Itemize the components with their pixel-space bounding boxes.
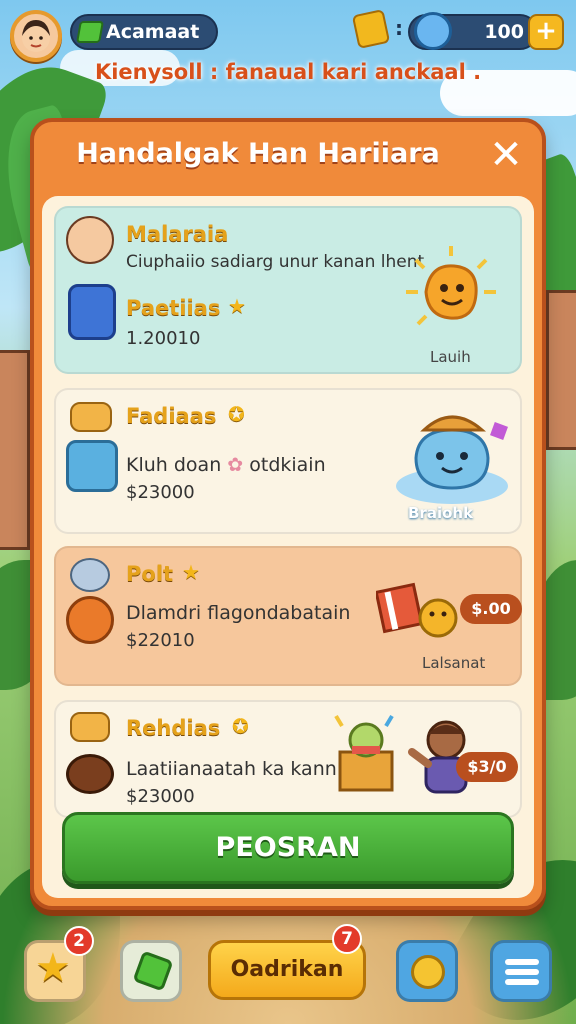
card-title: Rehdias xyxy=(126,716,221,740)
card-price: $23000 xyxy=(126,482,195,503)
price-pill[interactable]: $3/0 xyxy=(456,752,518,782)
star-icon: ★ xyxy=(35,945,71,991)
card-price: $23000 xyxy=(126,786,195,807)
bread-icon xyxy=(70,402,112,432)
player-name: Acamaat xyxy=(106,21,200,43)
house xyxy=(0,350,30,550)
reward-label: Lauih xyxy=(430,348,471,366)
flower-icon: ✿ xyxy=(227,454,244,476)
gem-icon xyxy=(76,21,104,43)
purchase-button[interactable]: PEOSRAN xyxy=(62,812,514,884)
character-portrait-icon xyxy=(66,440,118,492)
separator: : xyxy=(395,16,403,40)
coin-count: 100 xyxy=(484,21,524,43)
card-description: Ciuphaiio sadiarg unur kanan lhent xyxy=(126,252,425,272)
top-message: Kienysoll : fanaual kari anckaal . xyxy=(94,60,482,84)
card-title: Polt xyxy=(126,562,174,586)
teapot-creature-icon xyxy=(396,415,508,504)
food-bowl-icon xyxy=(66,754,114,794)
house xyxy=(546,290,576,450)
avatar-face-icon xyxy=(22,20,50,52)
star-icon: ★ xyxy=(228,294,246,318)
card-title: Fadiaas xyxy=(126,404,217,428)
gift-box-icon xyxy=(334,714,394,792)
add-coins-button[interactable]: + xyxy=(528,14,564,50)
sun-badge-icon xyxy=(66,596,114,644)
card-price: $22010 xyxy=(126,630,195,651)
reward-label: Lalsanat xyxy=(422,654,486,672)
notification-badge: 2 xyxy=(64,926,94,956)
sun-creature-icon xyxy=(406,246,496,326)
gem-icon xyxy=(132,950,174,992)
nav-emoji-button[interactable] xyxy=(396,940,458,1002)
card-description: Dlamdri flagondabatain xyxy=(126,602,351,624)
puzzle-icon[interactable] xyxy=(351,9,391,49)
bird-icon xyxy=(70,558,110,592)
blue-coin-icon xyxy=(414,12,452,50)
price-pill[interactable]: $.00 xyxy=(460,594,522,624)
offer-card[interactable]: Polt ★ Dlamdri flagondabatain $22010 $.0… xyxy=(54,546,522,686)
card-description: Laatiianaatah ka kann xyxy=(126,758,337,780)
character-portrait-icon xyxy=(66,216,114,264)
card-description-text: Kluh doan xyxy=(126,454,222,476)
player-avatar[interactable] xyxy=(10,10,62,62)
shop-dialog: Handalgak Han Hariiara ✕ Malaraia Ciupha… xyxy=(30,118,546,910)
item-name: Paetiias xyxy=(126,296,221,320)
badge-star-icon: ✪ xyxy=(228,402,245,426)
gift-bundle-icon xyxy=(376,582,458,638)
notification-badge: 7 xyxy=(332,924,362,954)
scroll-icon xyxy=(70,712,110,742)
offer-card[interactable]: Fadiaas ✪ Kluh doan ✿ otdkiain $23000 Br… xyxy=(54,388,522,534)
badge-star-icon: ✪ xyxy=(232,714,249,738)
nav-gem-button[interactable] xyxy=(120,940,182,1002)
list-icon xyxy=(505,959,539,985)
dialog-title: Handalgak Han Hariiara xyxy=(76,138,440,169)
close-button[interactable]: ✕ xyxy=(484,134,528,178)
dialog-content: Malaraia Ciuphaiio sadiarg unur kanan lh… xyxy=(42,196,534,898)
offer-card[interactable]: Rehdias ✪ Laatiianaatah ka kann $23000 $… xyxy=(54,700,522,818)
bottom-nav: ★ 2 Oadrikan 7 xyxy=(0,924,576,1006)
reward-label: Braiohk xyxy=(408,504,474,522)
card-price: 1.20010 xyxy=(126,328,201,349)
offer-card[interactable]: Malaraia Ciuphaiio sadiarg unur kanan lh… xyxy=(54,206,522,374)
backpack-icon xyxy=(68,284,116,340)
card-title: Malaraia xyxy=(126,222,229,246)
nav-menu-button[interactable] xyxy=(490,940,552,1002)
smiley-icon xyxy=(411,955,445,989)
card-description-suffix: otdkiain xyxy=(249,454,326,476)
card-description: Kluh doan ✿ otdkiain xyxy=(126,454,326,476)
star-icon: ★ xyxy=(182,560,200,584)
top-bar: Acamaat : 100 + xyxy=(10,9,566,62)
player-name-pill: Acamaat xyxy=(70,14,218,50)
